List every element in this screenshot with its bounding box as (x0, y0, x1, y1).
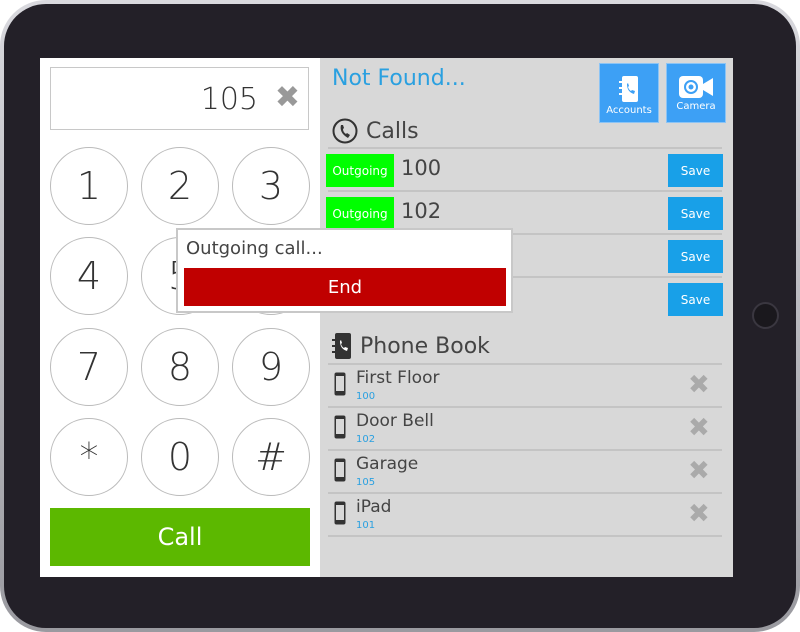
camera-button[interactable]: Camera (666, 63, 726, 123)
contact-row[interactable]: Door Bell 102 ✖ (328, 407, 722, 450)
phone-icon (332, 118, 358, 144)
key-button[interactable]: 8 (141, 328, 219, 406)
phonebook-header: Phone Book (332, 333, 490, 359)
dialer-panel: 105 ✖ 123456789*0# Call (40, 58, 320, 577)
call-number: 100 (401, 156, 442, 180)
calls-header: Calls (332, 118, 419, 144)
key-button[interactable]: 3 (232, 147, 310, 225)
mobile-phone-icon (334, 372, 346, 396)
calls-title: Calls (366, 118, 419, 144)
dialed-number: 105 (200, 82, 258, 117)
contact-extension: 102 (356, 434, 376, 445)
save-button[interactable]: Save (668, 283, 723, 316)
camera-icon (679, 76, 713, 98)
key-button[interactable]: 2 (141, 147, 219, 225)
call-number: 102 (401, 199, 442, 223)
contact-name: First Floor (356, 368, 440, 388)
outgoing-call-dialog: Outgoing call... End (176, 228, 513, 313)
contact-extension: 101 (356, 520, 376, 531)
call-type-badge: Outgoing (326, 197, 394, 230)
phonebook-title: Phone Book (360, 333, 490, 359)
end-call-button[interactable]: End (184, 268, 506, 306)
mobile-phone-icon (334, 458, 346, 482)
address-book-icon (619, 76, 638, 102)
home-button[interactable] (752, 302, 779, 329)
save-button[interactable]: Save (668, 197, 723, 230)
key-button[interactable]: 1 (50, 147, 128, 225)
address-book-icon (332, 333, 351, 359)
contact-name: Door Bell (356, 411, 434, 431)
save-button[interactable]: Save (668, 240, 723, 273)
dialog-message: Outgoing call... (186, 238, 323, 259)
number-display[interactable]: 105 ✖ (50, 67, 309, 130)
mobile-phone-icon (334, 415, 346, 439)
contact-name: iPad (356, 497, 392, 517)
contact-row[interactable]: Garage 105 ✖ (328, 450, 722, 493)
save-button[interactable]: Save (668, 154, 723, 187)
key-button[interactable]: 9 (232, 328, 310, 406)
contact-name: Garage (356, 454, 419, 474)
contact-row[interactable]: iPad 101 ✖ (328, 493, 722, 536)
key-button[interactable]: 0 (141, 418, 219, 496)
divider (328, 147, 722, 149)
delete-icon[interactable]: ✖ (688, 370, 710, 400)
contact-row[interactable]: First Floor 100 ✖ (328, 364, 722, 407)
key-button[interactable]: # (232, 418, 310, 496)
clear-icon[interactable]: ✖ (275, 80, 300, 115)
camera-label: Camera (676, 101, 716, 112)
status-text: Not Found... (332, 66, 466, 91)
screen: 105 ✖ 123456789*0# Call Not Found... Acc… (40, 58, 733, 577)
key-button[interactable]: 7 (50, 328, 128, 406)
delete-icon[interactable]: ✖ (688, 456, 710, 486)
divider (328, 535, 722, 537)
divider (328, 190, 722, 192)
key-button[interactable]: * (50, 418, 128, 496)
key-button[interactable]: 4 (50, 237, 128, 315)
accounts-button[interactable]: Accounts (599, 63, 659, 123)
mobile-phone-icon (334, 501, 346, 525)
call-button[interactable]: Call (50, 508, 310, 566)
call-type-badge: Outgoing (326, 154, 394, 187)
delete-icon[interactable]: ✖ (688, 499, 710, 529)
delete-icon[interactable]: ✖ (688, 413, 710, 443)
contact-extension: 105 (356, 477, 376, 488)
contact-extension: 100 (356, 391, 376, 402)
accounts-label: Accounts (606, 105, 652, 116)
